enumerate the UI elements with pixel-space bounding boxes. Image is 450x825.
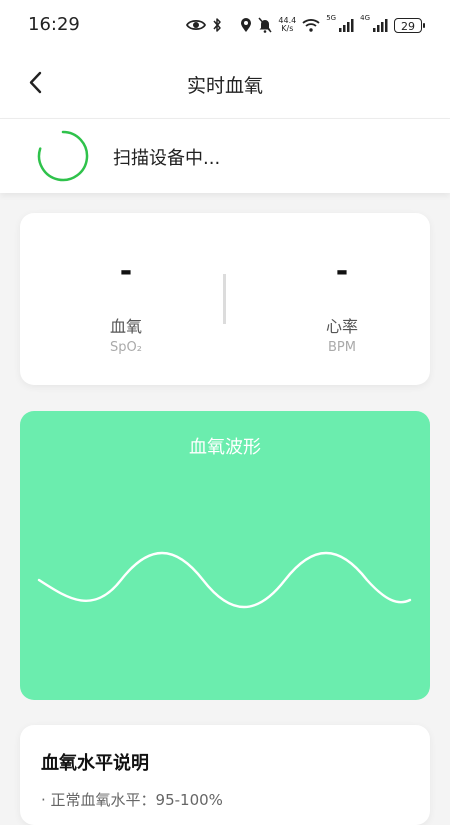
status-icons: 44.4 K/s 5G 4G 29	[186, 14, 425, 36]
spo2-metric: - 血氧 SpO₂	[66, 254, 186, 356]
info-card: 血氧水平说明 · 正常血氧水平：95-100%	[20, 725, 430, 825]
heart-rate-metric: - 心率 BPM	[282, 254, 402, 356]
waveform-card: 血氧波形	[20, 411, 430, 700]
spo2-value: -	[119, 254, 133, 289]
spo2-unit: SpO₂	[110, 340, 142, 355]
signal-icon	[339, 18, 354, 32]
page-title: 实时血氧	[186, 75, 263, 97]
metrics-card: - 血氧 SpO₂ - 心率 BPM	[20, 213, 430, 385]
mute-bell-icon	[258, 17, 272, 33]
waveform-graph	[37, 552, 412, 608]
signal1-label: 5G	[326, 14, 337, 22]
info-title: 血氧水平说明	[41, 753, 149, 774]
heart-rate-unit: BPM	[328, 340, 356, 355]
scan-status-bar: 扫描设备中...	[0, 119, 450, 193]
location-icon	[240, 17, 252, 33]
scan-status-text: 扫描设备中...	[113, 148, 221, 169]
status-bar: 16:29 44.4 K/s 5G 4G 29	[0, 0, 450, 50]
net-speed: 44.4 K/s	[278, 16, 297, 33]
bluetooth-icon	[212, 17, 222, 33]
wifi-icon	[302, 18, 320, 32]
spinner-icon	[37, 130, 89, 182]
heart-rate-value: -	[335, 254, 349, 289]
top-nav: 实时血氧	[0, 50, 450, 119]
battery-icon: 29	[394, 17, 425, 33]
spo2-label: 血氧	[109, 317, 142, 336]
eye-icon	[186, 18, 207, 32]
heart-rate-label: 心率	[325, 317, 358, 336]
status-time: 16:29	[28, 14, 80, 35]
signal2-label: 4G	[360, 14, 370, 22]
waveform-line	[37, 552, 412, 608]
metric-divider	[223, 274, 226, 324]
signal-icon	[373, 18, 388, 32]
